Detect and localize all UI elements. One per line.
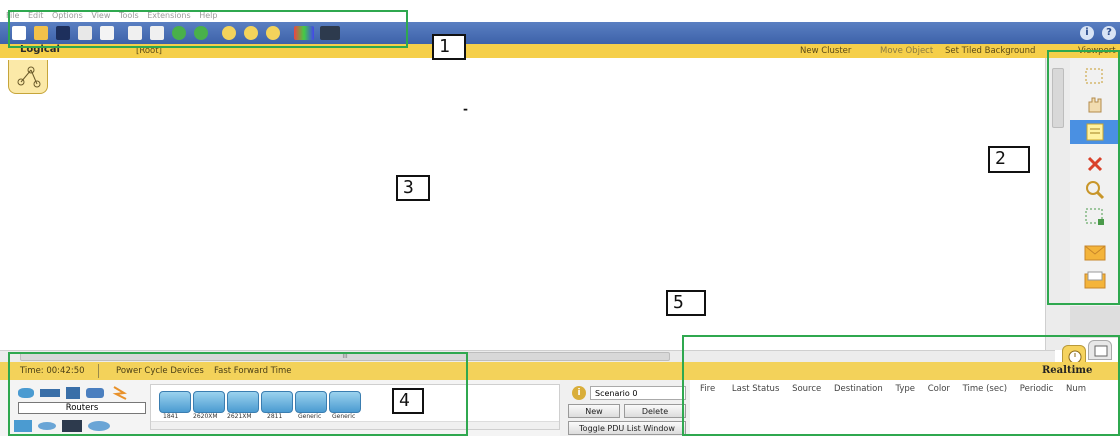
toggle-pdu-list-button[interactable]: Toggle PDU List Window xyxy=(568,421,686,435)
annotation-label-3: 3 xyxy=(396,175,430,201)
info-icon[interactable]: i xyxy=(1080,26,1094,40)
info-icon: i xyxy=(572,386,586,400)
annotation-label-2: 2 xyxy=(988,146,1030,173)
set-tiled-background-button[interactable]: Set Tiled Background xyxy=(945,46,1035,56)
annotation-label-1: 1 xyxy=(432,34,466,60)
new-scenario-button[interactable]: New xyxy=(568,404,620,418)
annotation-label-4: 4 xyxy=(392,388,424,414)
topology-icon xyxy=(17,66,41,88)
logical-view-toggle[interactable] xyxy=(8,60,48,94)
help-icon[interactable]: ? xyxy=(1102,26,1116,40)
scenario-panel: i Scenario 0 New Delete Toggle PDU List … xyxy=(560,380,690,436)
annotation-frame-5 xyxy=(682,335,1120,436)
delete-scenario-button[interactable]: Delete xyxy=(624,404,686,418)
scenario-select[interactable]: Scenario 0 xyxy=(590,386,686,400)
panel-footer xyxy=(1070,306,1120,338)
move-object-button[interactable]: Move Object xyxy=(880,46,933,56)
annotation-label-5: 5 xyxy=(666,290,706,316)
new-cluster-button[interactable]: New Cluster xyxy=(800,46,851,56)
annotation-frame-2 xyxy=(1047,50,1120,305)
logical-workspace[interactable]: - xyxy=(0,58,1045,350)
annotation-frame-1 xyxy=(8,10,408,48)
workspace-marker: - xyxy=(463,102,468,116)
